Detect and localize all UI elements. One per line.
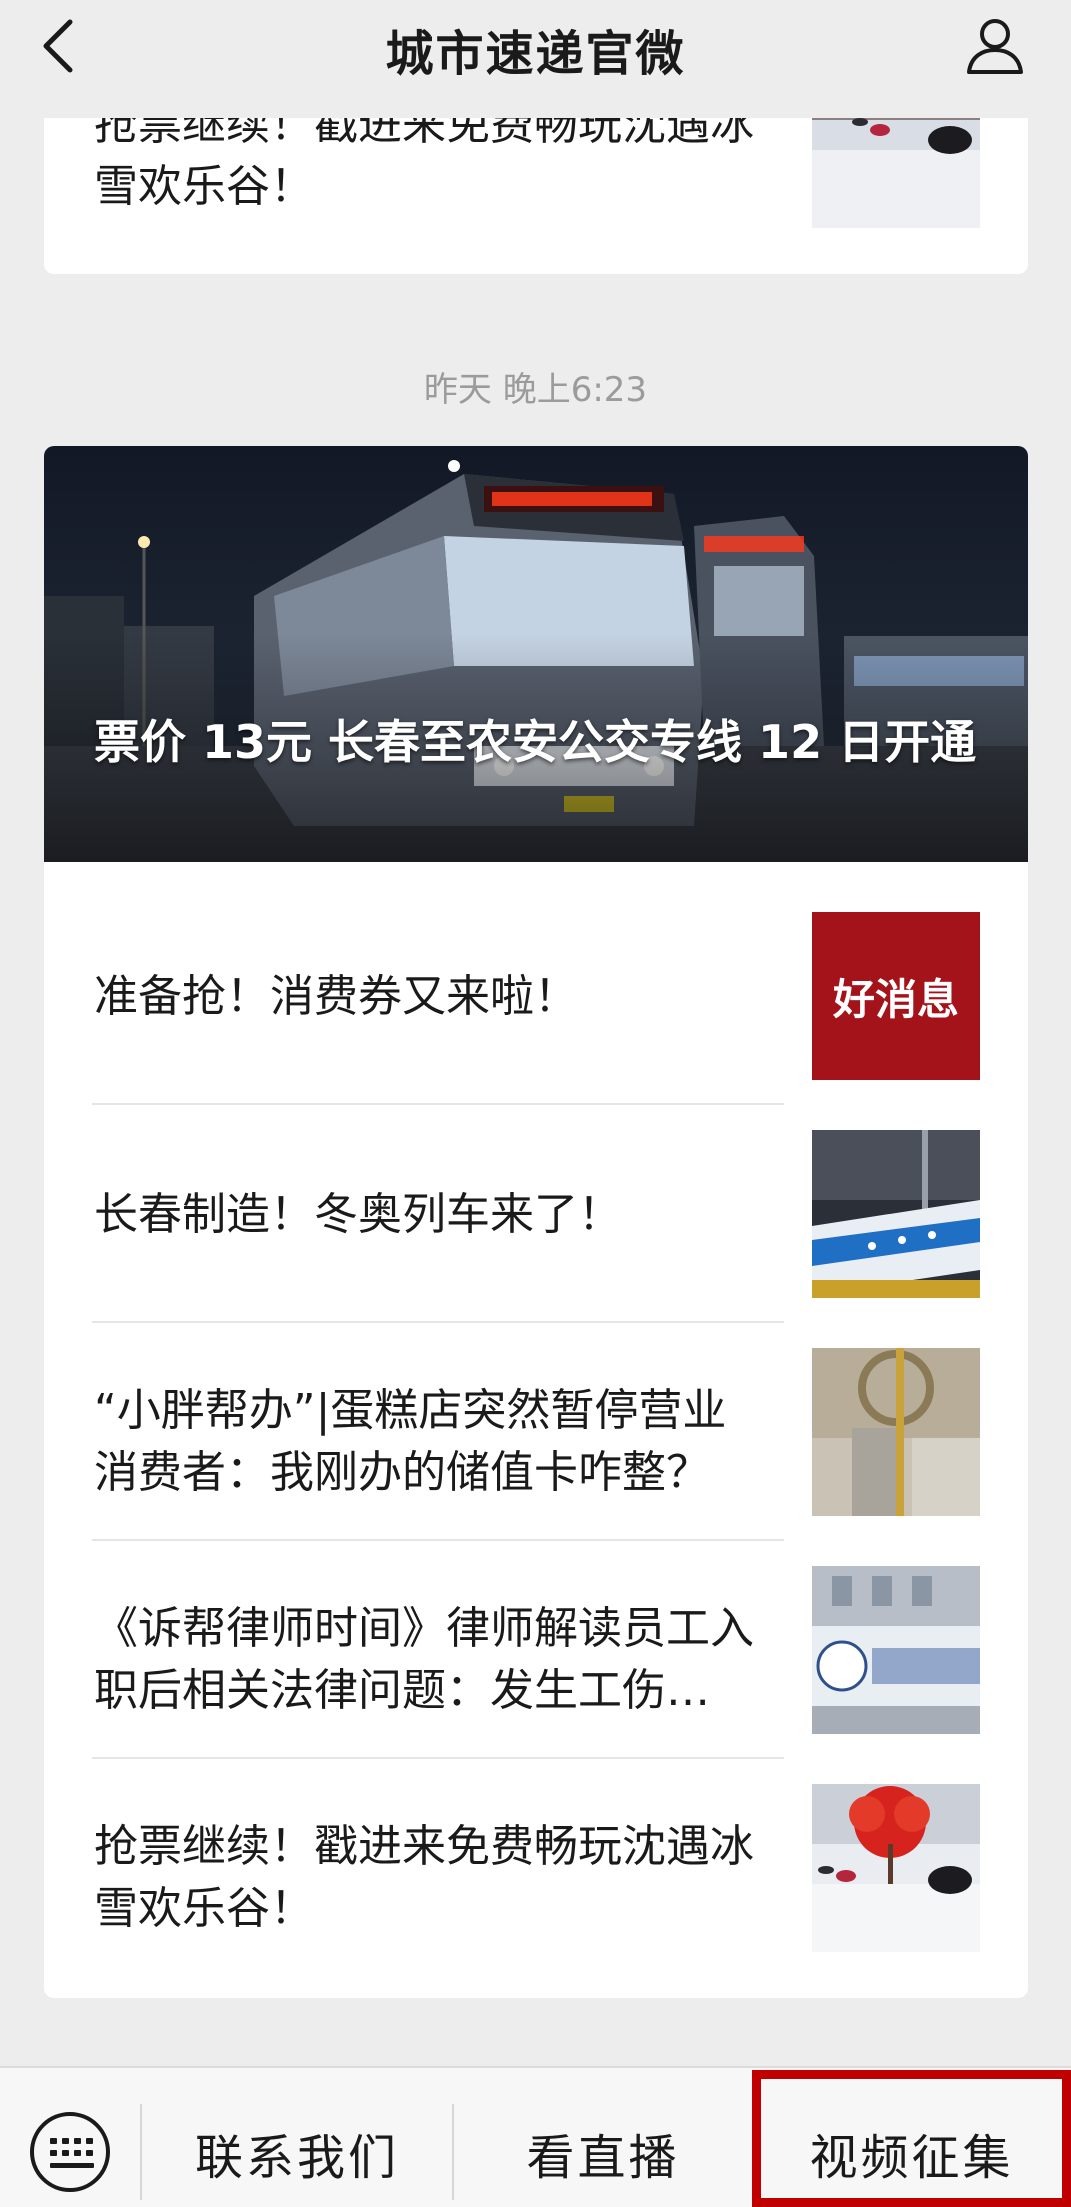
highlight-annotation-box — [752, 2070, 1071, 2207]
divider — [92, 1539, 784, 1541]
page-title: 城市速递官微 — [385, 26, 686, 82]
article-thumbnail — [812, 1784, 980, 1952]
article-item[interactable]: 准备抢！消费券又来啦！ — [94, 966, 774, 1028]
article-thumbnail — [812, 1130, 980, 1298]
profile-button[interactable] — [963, 14, 1027, 78]
article-title: 抢票继续！戳进来免费畅玩沈遇冰雪欢乐谷！ — [94, 1821, 754, 1934]
profile-icon — [967, 19, 1023, 74]
menu-label: 联系我们 — [194, 2130, 399, 2186]
article-title: 准备抢！消费券又来啦！ — [94, 971, 578, 1022]
divider — [92, 1757, 784, 1759]
thumbnail-caption: 好消息 — [832, 974, 959, 1024]
article-title: “小胖帮办”|蛋糕店突然暂停营业 消费者：我刚办的储值卡咋整？ — [94, 1385, 727, 1498]
top-navigation-bar: 城市速递官微 — [0, 0, 1071, 118]
news-message-card: 票价 13元 长春至农安公交专线 12 日开通 准备抢！消费券又来啦！ 好消息 … — [44, 446, 1028, 1998]
article-item[interactable]: 长春制造！冬奥列车来了！ — [94, 1184, 774, 1246]
menu-label: 看直播 — [526, 2130, 680, 2186]
keyboard-icon — [50, 2138, 94, 2170]
article-thumbnail — [812, 1566, 980, 1734]
hero-title: 票价 13元 长春至农安公交专线 12 日开通 — [94, 715, 977, 769]
hero-article[interactable]: 票价 13元 长春至农安公交专线 12 日开通 — [44, 446, 1028, 862]
hero-image — [44, 446, 1028, 862]
article-item[interactable]: “小胖帮办”|蛋糕店突然暂停营业 消费者：我刚办的储值卡咋整？ — [94, 1380, 774, 1504]
divider — [92, 1103, 784, 1105]
article-thumbnail: 好消息 — [812, 912, 980, 1080]
menu-contact-us[interactable]: 联系我们 — [142, 2108, 452, 2198]
keyboard-toggle-button[interactable] — [30, 2112, 110, 2192]
article-item[interactable]: 《诉帮律师时间》律师解读员工入职后相关法律问题：发生工伤… — [94, 1598, 774, 1722]
article-thumbnail — [812, 1348, 980, 1516]
menu-watch-live[interactable]: 看直播 — [454, 2108, 752, 2198]
message-timestamp: 昨天 晚上6:23 — [423, 370, 648, 410]
article-title: 长春制造！冬奥列车来了！ — [94, 1189, 622, 1240]
article-item[interactable]: 抢票继续！戳进来免费畅玩沈遇冰雪欢乐谷！ — [94, 1816, 774, 1940]
divider — [92, 1321, 784, 1323]
article-title: 《诉帮律师时间》律师解读员工入职后相关法律问题：发生工伤… — [94, 1603, 754, 1716]
